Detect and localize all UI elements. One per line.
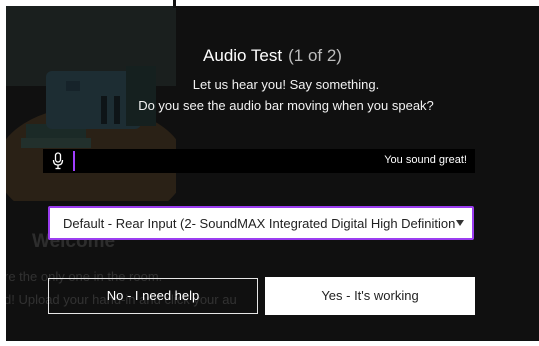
audio-device-select[interactable]: Default - Rear Input (2- SoundMAX Integr… (48, 206, 474, 240)
audio-test-modal-stage: Welcome re the only one in the room. d! … (6, 6, 539, 341)
audio-level-bar (73, 151, 75, 171)
dialog-title: Audio Test (1 of 2) (6, 46, 539, 66)
audio-status-text: You sound great! (384, 154, 467, 166)
microphone-icon (52, 152, 64, 170)
chevron-down-icon (456, 220, 464, 226)
dialog-step-indicator: (1 of 2) (288, 46, 342, 65)
instruction-text: Let us hear you! Say something. (192, 77, 380, 92)
instruction-text: Do you see the audio bar moving when you… (138, 98, 434, 113)
no-need-help-button[interactable]: No - I need help (48, 278, 258, 314)
dialog-title-text: Audio Test (203, 46, 283, 65)
selected-device-label: Default - Rear Input (2- SoundMAX Integr… (63, 216, 455, 231)
top-divider (173, 0, 176, 8)
yes-its-working-button[interactable]: Yes - It's working (265, 277, 475, 315)
audio-level-meter: You sound great! (43, 149, 475, 173)
